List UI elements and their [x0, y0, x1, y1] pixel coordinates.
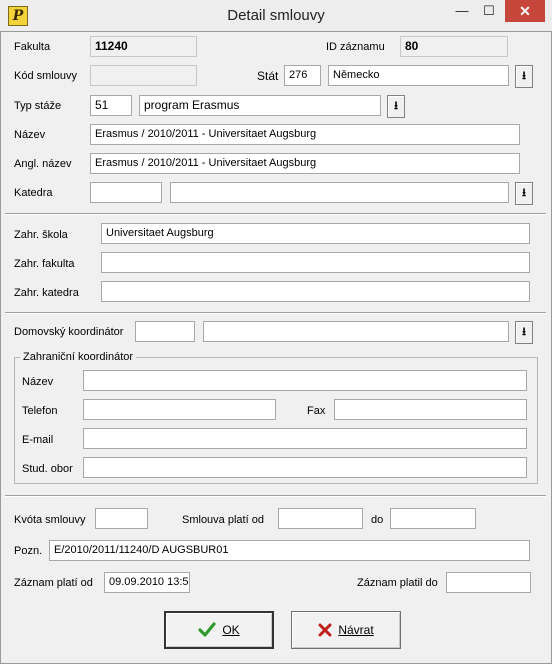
domovsky-koordinator-name-field[interactable] [203, 321, 509, 342]
smlouva-plati-do-field[interactable] [390, 508, 476, 529]
close-button[interactable]: ✕ [505, 0, 545, 22]
nazev-field[interactable]: Erasmus / 2010/2011 - Universitaet Augsb… [90, 124, 520, 145]
typ-staze-name-field[interactable]: program Erasmus [139, 95, 381, 116]
zk-fax-field[interactable] [334, 399, 527, 420]
zaznam-platil-do-label: Záznam platil do [357, 577, 438, 589]
zaznam-plati-od-label: Záznam platí od [14, 577, 93, 589]
zk-email-label: E-mail [22, 434, 54, 446]
katedra-label: Katedra [14, 187, 53, 199]
navrat-button-label: Návrat [338, 623, 374, 637]
zahranicni-koordinator-legend: Zahraniční koordinátor [20, 350, 137, 364]
nazev-label: Název [14, 129, 46, 141]
typ-staze-code-field[interactable]: 51 [90, 95, 132, 116]
separator [5, 213, 546, 215]
zk-nazev-label: Název [22, 376, 54, 388]
pozn-field[interactable]: E/2010/2011/11240/D AUGSBUR01 [49, 540, 530, 561]
kvota-label: Kvóta smlouvy [14, 514, 86, 526]
download-arrow-icon[interactable]: ⭳ [515, 65, 533, 88]
id-zaznamu-label: ID záznamu [326, 41, 385, 53]
separator [5, 495, 546, 497]
zk-telefon-label: Telefon [22, 405, 58, 417]
kod-smlouvy-label: Kód smlouvy [14, 70, 77, 82]
fakulta-field: 11240 [90, 36, 197, 57]
domovsky-koordinator-label: Domovský koordinátor [14, 326, 124, 338]
separator [5, 312, 546, 314]
stat-label: Stát [257, 69, 279, 83]
download-arrow-icon[interactable]: ⭳ [515, 321, 533, 344]
zk-telefon-field[interactable] [83, 399, 276, 420]
kod-smlouvy-field [90, 65, 197, 86]
zahr-fakulta-field[interactable] [101, 252, 530, 273]
smlouva-plati-od-label: Smlouva platí od [182, 514, 264, 526]
download-arrow-icon[interactable]: ⭳ [515, 182, 533, 205]
id-zaznamu-field: 80 [400, 36, 508, 57]
ok-button-label: OK [222, 623, 240, 637]
zahr-fakulta-label: Zahr. fakulta [14, 258, 75, 270]
zahr-skola-field[interactable]: Universitaet Augsburg [101, 223, 530, 244]
fakulta-label: Fakulta [14, 41, 51, 53]
angl-nazev-label: Angl. název [14, 158, 72, 170]
x-icon [318, 623, 332, 637]
smlouva-plati-do-label: do [371, 514, 384, 526]
typ-staze-label: Typ stáže [14, 100, 62, 112]
ok-button[interactable]: OK [164, 611, 274, 649]
zk-fax-label: Fax [307, 405, 326, 417]
angl-nazev-field[interactable]: Erasmus / 2010/2011 - Universitaet Augsb… [90, 153, 520, 174]
zk-email-field[interactable] [83, 428, 527, 449]
check-icon [198, 622, 216, 637]
zaznam-platil-do-field[interactable] [446, 572, 531, 593]
pozn-label: Pozn. [14, 545, 43, 557]
minimize-button[interactable]: — [450, 0, 474, 22]
zk-stud-obor-field[interactable] [83, 457, 527, 478]
download-arrow-icon[interactable]: ⭳ [387, 95, 405, 118]
zaznam-plati-od-field[interactable]: 09.09.2010 13:50 [104, 572, 190, 593]
domovsky-koordinator-code-field[interactable] [135, 321, 195, 342]
stat-name-field[interactable]: Německo [328, 65, 509, 86]
katedra-code-field[interactable] [90, 182, 162, 203]
zahr-katedra-label: Zahr. katedra [14, 287, 79, 299]
zk-nazev-field[interactable] [83, 370, 527, 391]
maximize-button[interactable]: ☐ [476, 0, 502, 22]
zahr-skola-label: Zahr. škola [14, 229, 68, 241]
stat-code-field[interactable]: 276 [284, 65, 321, 86]
kvota-field[interactable] [95, 508, 148, 529]
zahr-katedra-field[interactable] [101, 281, 530, 302]
smlouva-plati-od-field[interactable] [278, 508, 363, 529]
navrat-button[interactable]: Návrat [291, 611, 401, 649]
zk-stud-obor-label: Stud. obor [22, 463, 73, 475]
katedra-name-field[interactable] [170, 182, 509, 203]
